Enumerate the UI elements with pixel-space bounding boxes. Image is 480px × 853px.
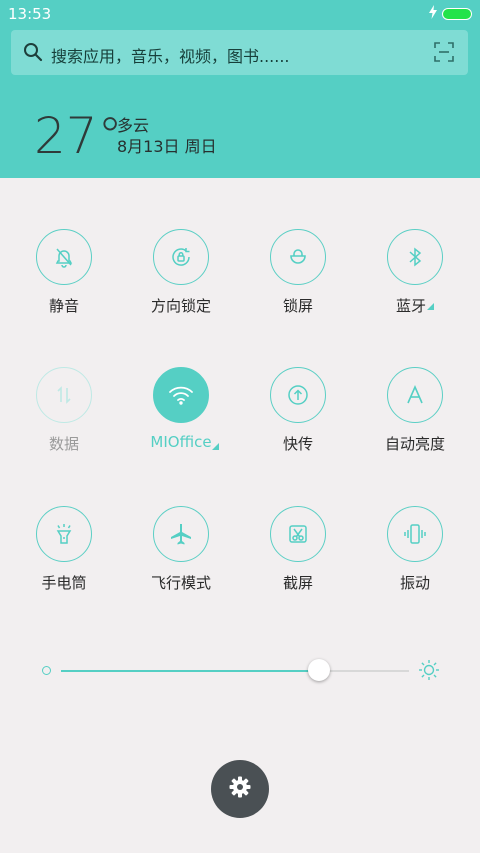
toggle-label: 飞行模式 (150, 574, 211, 592)
toggle-label: 蓝牙 (365, 295, 465, 316)
screenshot-icon (270, 506, 326, 562)
toggle-airplane-mode[interactable]: 飞行模式 (131, 506, 231, 593)
toggle-label: MIOffice (150, 433, 212, 451)
toggle-label: 方向锁定 (150, 297, 211, 315)
status-bar: 13:53 (0, 0, 480, 27)
rotation-lock-icon (153, 229, 209, 285)
toggle-label: 手电筒 (41, 574, 87, 592)
toggle-label: 快传 (282, 435, 313, 453)
expand-indicator-icon (427, 303, 434, 310)
share-upload-icon (270, 367, 326, 423)
data-arrows-icon (36, 367, 92, 423)
toggle-label: 截屏 (282, 574, 313, 592)
weather-condition: 多云 (117, 116, 150, 135)
toggle-label: 振动 (399, 574, 430, 592)
wifi-icon (153, 367, 209, 423)
status-time: 13:53 (8, 5, 52, 23)
header-panel: 13:53 搜索应用，音乐，视频，图书...... 27° 多云 8月13日 周… (0, 0, 480, 178)
brightness-low-icon (42, 666, 51, 675)
toggle-label: 自动亮度 (384, 435, 445, 453)
brightness-slider-thumb[interactable] (308, 659, 330, 681)
charging-icon (428, 5, 438, 23)
temperature: 27° (34, 107, 123, 165)
toggle-silent[interactable]: 静音 (14, 229, 114, 316)
toggle-flashlight[interactable]: 手电筒 (14, 506, 114, 593)
toggle-vibrate[interactable]: 振动 (365, 506, 465, 593)
auto-brightness-icon (387, 367, 443, 423)
toggle-label: 静音 (48, 297, 79, 315)
toggle-rotation-lock[interactable]: 方向锁定 (131, 229, 231, 316)
bell-off-icon (36, 229, 92, 285)
toggle-auto-brightness[interactable]: 自动亮度 (365, 367, 465, 454)
toggle-label: 数据 (48, 435, 79, 453)
toggle-label-text: 蓝牙 (395, 297, 426, 315)
battery-icon (442, 8, 472, 20)
search-bar[interactable]: 搜索应用，音乐，视频，图书...... (11, 30, 468, 75)
brightness-high-icon (418, 659, 440, 685)
toggle-quick-share[interactable]: 快传 (248, 367, 348, 454)
bluetooth-icon (387, 229, 443, 285)
search-input[interactable]: 搜索应用，音乐，视频，图书...... (51, 43, 290, 67)
settings-button[interactable] (211, 760, 269, 818)
expand-indicator-icon (212, 443, 219, 450)
weather-info: 多云 8月13日 周日 (117, 115, 217, 157)
flashlight-icon (36, 506, 92, 562)
airplane-icon (153, 506, 209, 562)
toggle-bluetooth[interactable]: 蓝牙 (365, 229, 465, 316)
toggle-lock-screen[interactable]: 锁屏 (248, 229, 348, 316)
toggle-label-text: MIOffice (150, 433, 212, 451)
search-icon (23, 42, 43, 66)
toggle-label: 锁屏 (282, 297, 313, 315)
toggle-mobile-data[interactable]: 数据 (14, 367, 114, 454)
lock-icon (270, 229, 326, 285)
gear-icon (228, 775, 252, 803)
brightness-slider[interactable] (61, 659, 409, 681)
scan-icon[interactable] (434, 42, 454, 66)
weather-date: 8月13日 周日 (117, 137, 217, 156)
toggle-screenshot[interactable]: 截屏 (248, 506, 348, 593)
toggle-wifi[interactable]: MIOffice (131, 367, 231, 451)
brightness-slider-fill (61, 670, 319, 672)
vibrate-icon (387, 506, 443, 562)
